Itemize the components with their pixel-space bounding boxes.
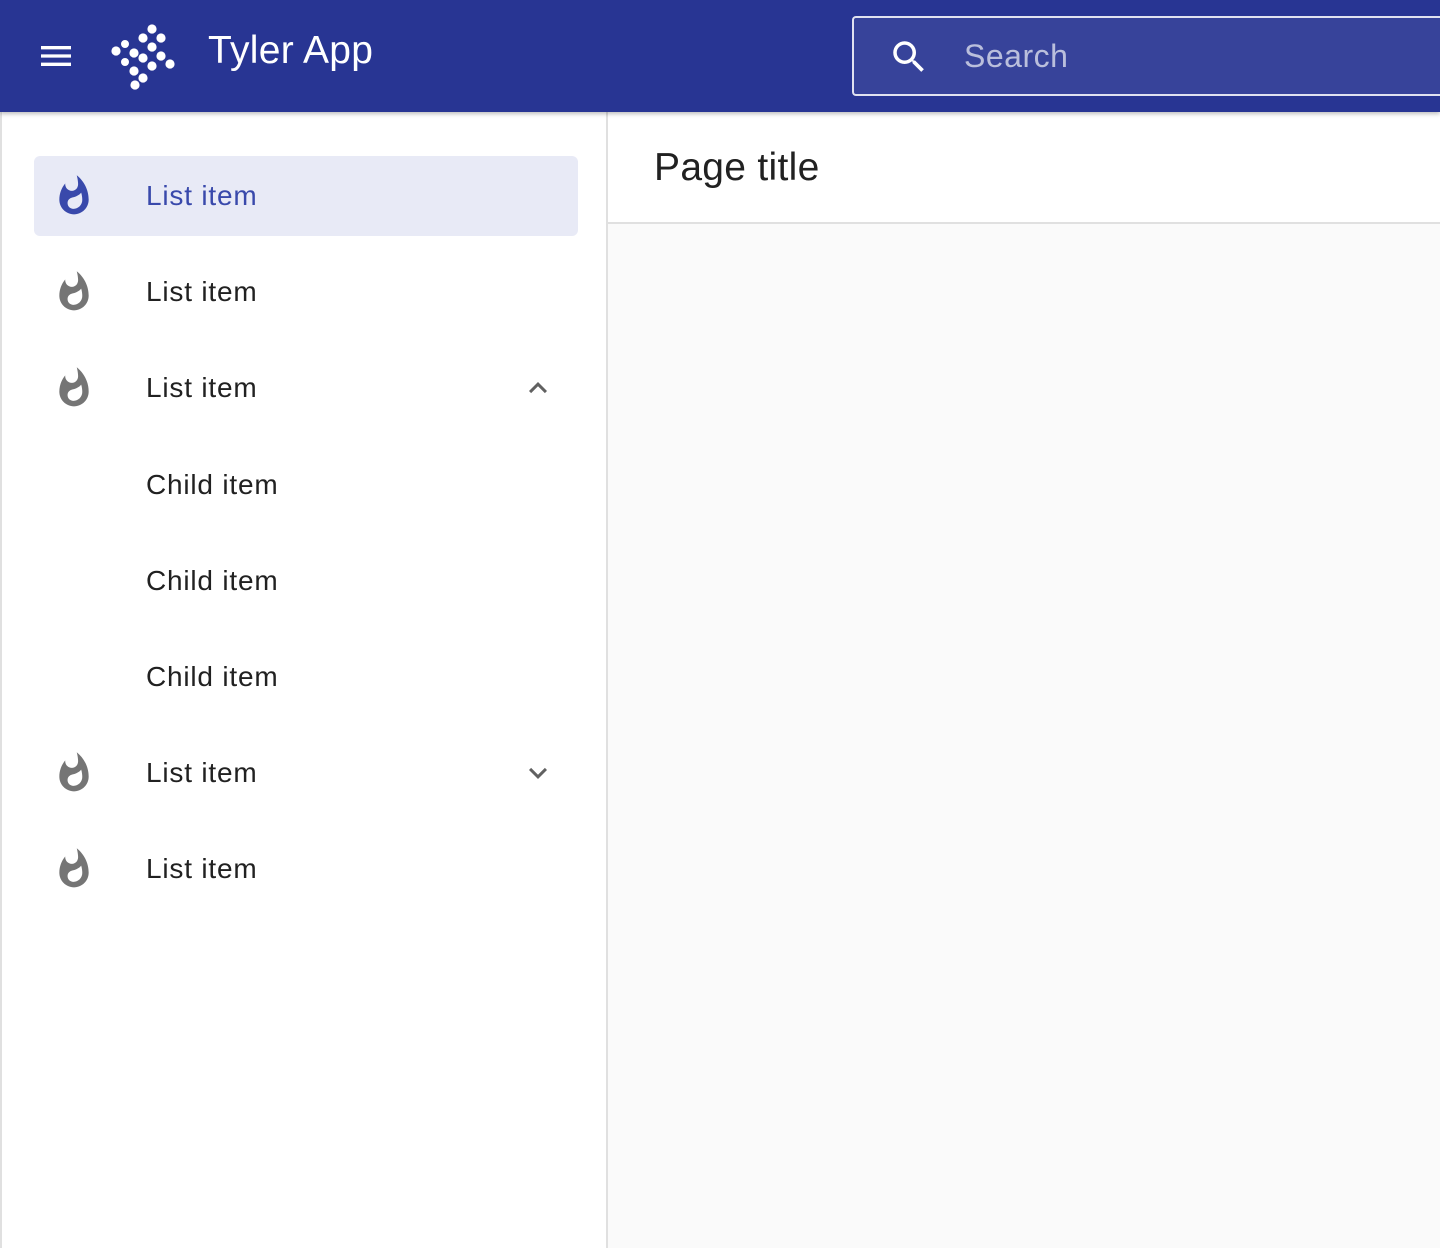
search-input[interactable] (964, 18, 1424, 94)
chevron-down-icon[interactable] (520, 755, 556, 791)
child-item-label: Child item (146, 469, 279, 500)
sidebar-item-5[interactable]: List item (34, 829, 578, 909)
app-bar: Tyler App (0, 0, 1440, 112)
page-title: Page title (654, 146, 820, 189)
chevron-up-icon[interactable] (520, 370, 556, 406)
child-item-label: Child item (146, 661, 279, 692)
search-icon[interactable] (888, 36, 930, 78)
menu-button[interactable] (20, 20, 92, 92)
app-title: Tyler App (208, 29, 374, 72)
sidebar-item-2[interactable]: List item (34, 252, 578, 332)
sidebar-item-label: List item (146, 276, 258, 307)
fire-icon (59, 752, 89, 792)
sidebar-child-item-2[interactable]: Child item (34, 541, 578, 621)
search-box[interactable] (852, 16, 1440, 96)
sidebar-item-label: List item (146, 853, 258, 884)
sidebar-item-4[interactable]: List item (34, 733, 578, 813)
tyler-logo (111, 24, 175, 90)
fire-icon (59, 175, 89, 215)
sidebar-item-3[interactable]: List item (34, 348, 578, 428)
sidebar-item-label: List item (146, 180, 258, 211)
menu-icon (41, 46, 71, 66)
sidebar-child-item-1[interactable]: Child item (34, 445, 578, 525)
fire-icon (59, 367, 89, 407)
sidebar-item-1[interactable]: List item (34, 156, 578, 236)
sidebar: List item List item List item Child item… (0, 112, 608, 1248)
content-area (608, 224, 1440, 1248)
sidebar-child-item-3[interactable]: Child item (34, 637, 578, 717)
sidebar-item-label: List item (146, 757, 258, 788)
child-item-label: Child item (146, 565, 279, 596)
fire-icon (59, 848, 89, 888)
fire-icon (59, 271, 89, 311)
page-header: Page title (608, 112, 1440, 224)
sidebar-item-label: List item (146, 372, 258, 403)
